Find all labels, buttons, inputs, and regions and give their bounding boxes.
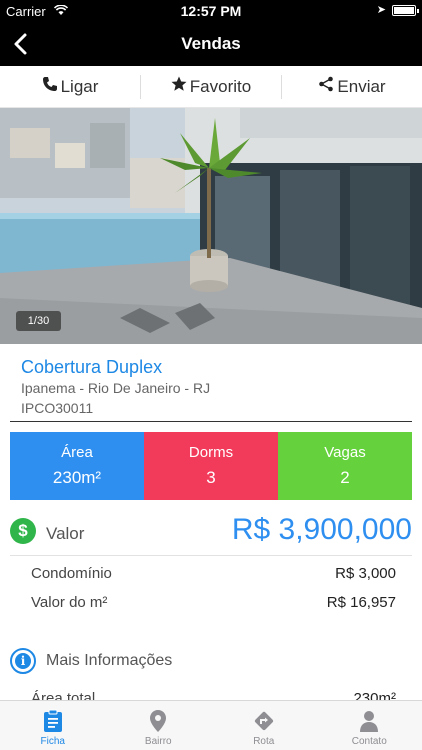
clock: 12:57 PM [180, 3, 242, 19]
detail-value: R$ 16,957 [326, 594, 396, 611]
dorms-value: 3 [206, 468, 216, 487]
listing-header: Cobertura Duplex Ipanema - Rio De Janeir… [0, 344, 422, 422]
more-info-section[interactable]: i Mais Informações [10, 648, 412, 678]
property-photo[interactable]: 1/30 [0, 108, 422, 344]
divider [10, 421, 412, 422]
terrace-photo-image [0, 108, 422, 344]
listing-code: IPCO30011 [21, 400, 94, 416]
detail-row-valor-m2: Valor do m² R$ 16,957 [31, 594, 396, 618]
price-label: Valor [46, 524, 85, 543]
page-title: Vendas [181, 34, 241, 53]
tab-label: Rota [253, 736, 275, 747]
action-bar: Ligar Favorito Enviar [0, 66, 422, 108]
status-bar: Carrier 12:57 PM ➤ [0, 0, 422, 22]
detail-value: R$ 3,000 [335, 565, 396, 582]
phone-icon [42, 76, 58, 97]
area-label: Área [61, 444, 93, 461]
navigation-bar: Vendas [0, 22, 422, 66]
clipboard-icon [43, 709, 62, 732]
price-amount: R$ 3,900,000 [231, 513, 412, 546]
location-arrow-icon: ➤ [376, 4, 386, 16]
tab-label: Ficha [40, 736, 65, 747]
share-icon [318, 76, 334, 97]
detail-row-condominio: Condomínio R$ 3,000 [31, 565, 396, 589]
dorms-label: Dorms [188, 444, 234, 461]
favorite-button[interactable]: Favorito [141, 66, 281, 107]
tab-label: Contato [351, 736, 387, 747]
tab-ficha[interactable]: Ficha [0, 701, 106, 750]
parking-stat: Vagas 2 [278, 432, 412, 500]
price-row: $ Valor R$ 3,900,000 [10, 508, 412, 556]
battery-icon [392, 5, 419, 16]
tab-label: Bairro [144, 736, 172, 747]
dollar-icon: $ [10, 518, 36, 544]
share-button[interactable]: Enviar [282, 66, 422, 107]
tab-rota[interactable]: Rota [211, 701, 317, 750]
info-icon: i [10, 648, 36, 674]
parking-label: Vagas [324, 444, 366, 461]
star-icon [171, 76, 187, 97]
tab-bar: Ficha Bairro Rota Contato [0, 700, 422, 750]
stats-panel: Área 230m² Dorms 3 Vagas 2 [10, 432, 412, 500]
area-stat: Área 230m² [10, 432, 144, 500]
listing-title: Cobertura Duplex [21, 357, 163, 377]
person-icon [360, 711, 379, 732]
favorite-label: Favorito [189, 76, 252, 96]
detail-label: Condomínio [31, 565, 112, 582]
photo-counter: 1/30 [16, 311, 61, 331]
detail-label: Valor do m² [31, 594, 108, 611]
call-button[interactable]: Ligar [0, 66, 140, 107]
tab-bairro[interactable]: Bairro [106, 701, 212, 750]
more-info-label: Mais Informações [46, 652, 173, 669]
share-label: Enviar [337, 76, 386, 96]
area-value: 230m² [52, 468, 102, 487]
call-label: Ligar [60, 76, 99, 96]
map-pin-icon [150, 710, 167, 732]
listing-location: Ipanema - Rio De Janeiro - RJ [21, 380, 211, 396]
route-icon [254, 711, 273, 731]
tab-contato[interactable]: Contato [317, 701, 422, 750]
parking-value: 2 [340, 468, 350, 487]
dorms-stat: Dorms 3 [144, 432, 278, 500]
